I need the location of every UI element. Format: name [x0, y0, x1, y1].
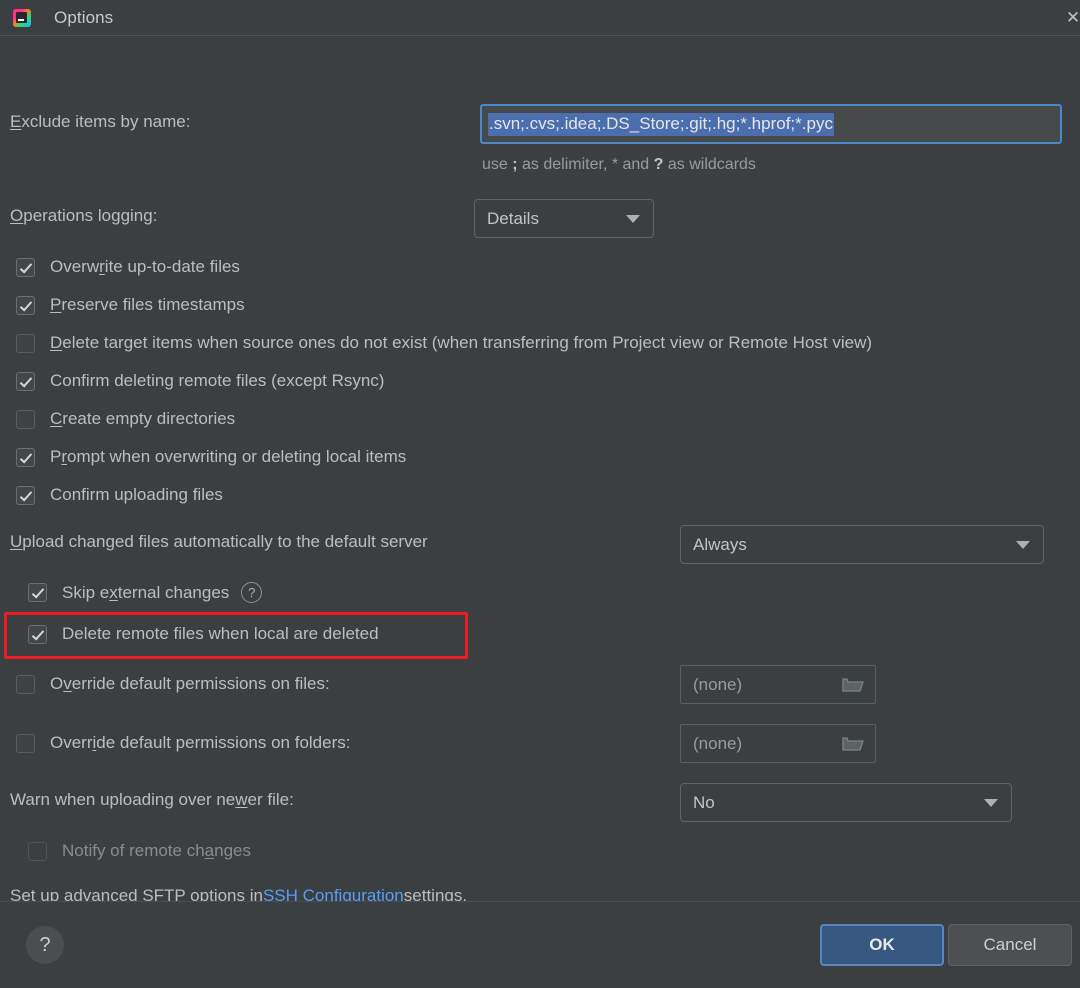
upload-auto-select[interactable]: Always	[680, 525, 1044, 564]
checkbox-prompt-when-overwriting[interactable]: Prompt when overwriting or deleting loca…	[16, 447, 406, 467]
checkbox-box	[16, 258, 35, 277]
checkbox-delete-target-items[interactable]: Delete target items when source ones do …	[16, 333, 872, 353]
upload-auto-label: Upload changed files automatically to th…	[10, 532, 428, 552]
checkbox-box	[28, 625, 47, 644]
label-pre: Confirm deleting remote files (except Rs…	[50, 371, 384, 390]
override-permissions-folders-value: (none)	[693, 734, 742, 754]
override-permissions-folders-input[interactable]: (none)	[680, 724, 876, 763]
options-dialog: Options ✕ Exclude items by name: .svn;.c…	[0, 0, 1080, 988]
warn-newer-label: Warn when uploading over newer file:	[10, 790, 294, 810]
label-post: ompt when overwriting or deleting local …	[67, 447, 406, 466]
label-post: elete target items when source ones do n…	[62, 333, 872, 352]
operations-logging-value: Details	[487, 209, 539, 229]
checkbox-overwrite-up-to-date-files[interactable]: Overwrite up-to-date files	[16, 257, 240, 277]
upload-auto-value: Always	[693, 535, 747, 555]
checkbox-box	[16, 372, 35, 391]
checkbox-box	[28, 842, 47, 861]
label-mnemonic: x	[109, 583, 118, 602]
label-post: ite up-to-date files	[105, 257, 240, 276]
help-circle-icon[interactable]: ?	[241, 582, 262, 603]
checkbox-confirm-uploading-files[interactable]: Confirm uploading files	[16, 485, 223, 505]
exclude-items-input[interactable]: .svn;.cvs;.idea;.DS_Store;.git;.hg;*.hpr…	[480, 104, 1062, 144]
exclude-items-mnemonic: E	[10, 112, 21, 131]
checkbox-box	[16, 734, 35, 753]
cancel-button[interactable]: Cancel	[948, 924, 1072, 966]
label-post: reserve files timestamps	[61, 295, 244, 314]
label-mnemonic: D	[50, 333, 62, 352]
label-mnemonic: C	[50, 409, 62, 428]
operations-logging-mnemonic: O	[10, 206, 23, 225]
help-button[interactable]: ?	[26, 926, 64, 964]
label-text: Delete remote files when local are delet…	[62, 624, 379, 644]
window-title: Options	[54, 8, 113, 28]
label-pre: O	[50, 674, 63, 693]
checkbox-preserve-files-timestamps[interactable]: Preserve files timestamps	[16, 295, 245, 315]
checkbox-override-permissions-folders[interactable]: Override default permissions on folders:	[16, 733, 350, 753]
checkbox-box	[16, 486, 35, 505]
warn-newer-label-post: er file:	[248, 790, 294, 809]
operations-logging-select[interactable]: Details	[474, 199, 654, 238]
label-pre: Notify of remote ch	[62, 841, 205, 860]
close-icon[interactable]: ✕	[1060, 6, 1080, 28]
checkbox-box	[16, 448, 35, 467]
checkbox-confirm-deleting-remote-files[interactable]: Confirm deleting remote files (except Rs…	[16, 371, 384, 391]
label-post: reate empty directories	[62, 409, 235, 428]
checkbox-box	[16, 334, 35, 353]
label-pre: Confirm uploading files	[50, 485, 223, 504]
exclude-items-value: .svn;.cvs;.idea;.DS_Store;.git;.hg;*.hpr…	[488, 113, 834, 136]
checkbox-skip-external-changes[interactable]: Skip external changes ?	[28, 582, 262, 603]
label-post: ternal changes	[118, 583, 230, 602]
label-pre: Skip e	[62, 583, 109, 602]
dialog-body: Exclude items by name: .svn;.cvs;.idea;.…	[0, 36, 1080, 901]
checkbox-box	[16, 410, 35, 429]
label-pre: Overr	[50, 733, 93, 752]
chevron-down-icon	[1016, 541, 1030, 549]
label-pre: P	[50, 447, 61, 466]
operations-logging-label-text: perations logging:	[23, 206, 157, 225]
checkbox-create-empty-directories[interactable]: Create empty directories	[16, 409, 235, 429]
label-post: de default permissions on folders:	[96, 733, 350, 752]
warn-newer-label-pre: Warn when uploading over ne	[10, 790, 235, 809]
dialog-footer: ? OK Cancel	[0, 901, 1080, 988]
label-post: erride default permissions on files:	[72, 674, 330, 693]
checkbox-override-permissions-files[interactable]: Override default permissions on files:	[16, 674, 330, 694]
upload-auto-label-text: pload changed files automatically to the…	[22, 532, 427, 551]
checkbox-delete-remote-files[interactable]: Delete remote files when local are delet…	[28, 624, 379, 644]
warn-newer-mnemonic: w	[235, 790, 247, 809]
hint-wildcard: ?	[654, 156, 664, 173]
upload-auto-mnemonic: U	[10, 532, 22, 551]
label-mnemonic: P	[50, 295, 61, 314]
exclude-items-label: Exclude items by name:	[10, 112, 190, 132]
checkbox-box	[28, 583, 47, 602]
label-mnemonic: a	[205, 841, 214, 860]
ok-button[interactable]: OK	[820, 924, 944, 966]
folder-icon[interactable]	[842, 676, 864, 694]
warn-newer-value: No	[693, 793, 715, 813]
label-pre: Overw	[50, 257, 99, 276]
checkbox-box	[16, 296, 35, 315]
label-post: nges	[214, 841, 251, 860]
hint-pre: use	[482, 156, 512, 173]
operations-logging-label: Operations logging:	[10, 206, 157, 226]
hint-mid: as delimiter, * and	[518, 156, 654, 173]
exclude-items-label-text: xclude items by name:	[21, 112, 190, 131]
checkbox-notify-remote-changes[interactable]: Notify of remote changes	[28, 841, 251, 861]
hint-post: as wildcards	[663, 156, 755, 173]
checkbox-box	[16, 675, 35, 694]
title-bar: Options ✕	[0, 0, 1080, 36]
chevron-down-icon	[626, 215, 640, 223]
override-permissions-files-input[interactable]: (none)	[680, 665, 876, 704]
override-permissions-files-value: (none)	[693, 675, 742, 695]
folder-icon[interactable]	[842, 735, 864, 753]
label-mnemonic: v	[63, 674, 72, 693]
chevron-down-icon	[984, 799, 998, 807]
warn-newer-select[interactable]: No	[680, 783, 1012, 822]
pycharm-icon	[13, 9, 31, 27]
exclude-items-hint: use ; as delimiter, * and ? as wildcards	[482, 156, 756, 174]
